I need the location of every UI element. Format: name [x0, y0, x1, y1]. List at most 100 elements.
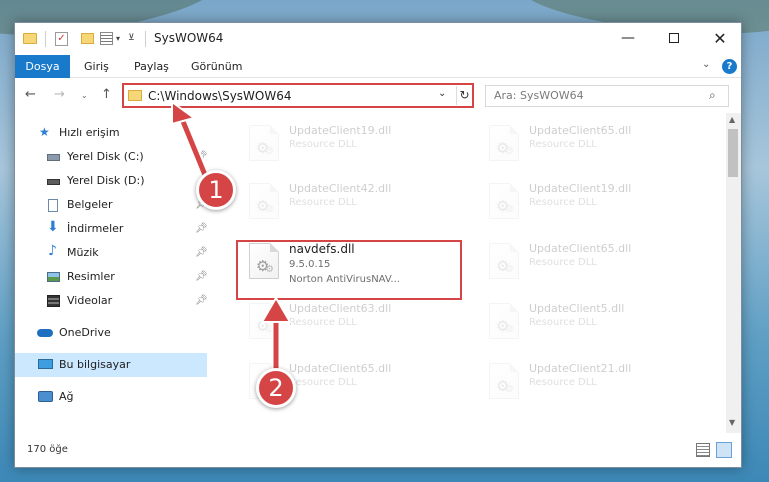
pin-icon[interactable]: 📌︎ — [195, 145, 208, 169]
sidebar-item-network[interactable]: Ağ — [15, 385, 207, 409]
list-item[interactable]: ⚙ ⚙ UpdateClient63.dll Resource DLL — [241, 299, 466, 355]
sidebar-item-label: Hızlı erişim — [59, 126, 120, 139]
gear-icon: ⚙ — [505, 204, 514, 215]
list-item[interactable]: ⚙ ⚙ UpdateClient19.dll Resource DLL — [241, 121, 466, 177]
dll-file-icon: ⚙⚙ — [489, 303, 519, 339]
download-arrow-icon: ⬇ — [47, 219, 59, 235]
separator — [145, 31, 146, 47]
forward-arrow-icon[interactable]: → — [54, 87, 65, 102]
tiles-view-icon[interactable] — [716, 442, 732, 458]
up-arrow-icon[interactable]: ↑ — [101, 87, 112, 102]
computer-icon — [38, 359, 53, 369]
file-name: UpdateClient21.dll — [529, 362, 632, 375]
folder-icon — [128, 90, 142, 101]
file-name: UpdateClient19.dll — [529, 182, 632, 195]
file-name: UpdateClient65.dll — [529, 242, 632, 255]
ribbon: Dosya Giriş Paylaş Görünüm ⌄ ? — [15, 55, 741, 78]
scroll-down-icon[interactable]: ▼ — [729, 418, 735, 427]
pin-icon[interactable]: 📌︎ — [195, 217, 208, 241]
music-note-icon: ♪ — [48, 243, 57, 259]
sidebar-item-pictures[interactable]: Resimler 📌︎ — [15, 265, 208, 289]
dll-file-icon: ⚙⚙ — [249, 125, 279, 161]
tab-file[interactable]: Dosya — [15, 55, 70, 78]
file-name: UpdateClient63.dll — [289, 302, 392, 315]
list-item[interactable]: ⚙⚙ UpdateClient65.dll Resource DLL — [481, 239, 706, 295]
list-item[interactable]: ⚙ ⚙ UpdateClient42.dll Resource DLL — [241, 179, 466, 235]
gear-icon: ⚙ — [265, 324, 274, 335]
gear-icon: ⚙ — [505, 264, 514, 275]
list-item[interactable]: ⚙⚙ UpdateClient65.dll Resource DLL — [481, 121, 706, 177]
rename-icon[interactable] — [100, 32, 113, 45]
pin-icon[interactable]: 📌︎ — [195, 289, 208, 313]
back-arrow-icon[interactable]: ← — [25, 87, 36, 102]
properties-check-icon[interactable]: ✓ — [55, 32, 68, 46]
chevron-down-icon[interactable]: ⌄ — [702, 59, 710, 70]
step-1-badge: 1 — [196, 170, 236, 210]
chevron-down-icon[interactable]: ⌄ — [438, 88, 446, 99]
search-icon[interactable]: ⌕ — [709, 88, 716, 103]
address-path[interactable]: C:\Windows\SysWOW64 — [148, 89, 292, 103]
sidebar-item-this-pc[interactable]: Bu bilgisayar — [15, 353, 207, 377]
file-type: Resource DLL — [289, 139, 357, 150]
tab-view[interactable]: Görünüm — [191, 55, 242, 78]
customize-toolbar-icon[interactable]: ⊻ — [128, 33, 135, 47]
sidebar-item-videos[interactable]: Videolar 📌︎ — [15, 289, 208, 313]
file-type: Resource DLL — [289, 197, 357, 208]
file-type: Resource DLL — [529, 197, 597, 208]
dll-file-icon: ⚙⚙ — [249, 183, 279, 219]
list-item[interactable]: ⚙ ⚙ UpdateClient5.dll Resource DLL — [481, 299, 706, 355]
scrollbar-thumb[interactable] — [728, 129, 738, 177]
search-input[interactable]: Ara: SysWOW64 — [494, 89, 584, 102]
dll-file-icon: ⚙⚙ — [489, 243, 519, 279]
recent-locations-icon[interactable]: ⌄ — [81, 91, 88, 100]
gear-icon: ⚙ — [265, 146, 274, 157]
file-name: UpdateClient42.dll — [289, 182, 392, 195]
star-icon: ★ — [39, 125, 50, 139]
file-name: UpdateClient65.dll — [289, 362, 392, 375]
pin-icon[interactable]: 📌︎ — [195, 241, 208, 265]
list-item[interactable]: ⚙ ⚙ UpdateClient21.dll Resource DLL — [481, 359, 706, 415]
sidebar-item-label: Yerel Disk (C:) — [67, 150, 144, 163]
details-view-icon[interactable] — [696, 443, 710, 457]
file-name: UpdateClient5.dll — [529, 302, 625, 315]
dll-file-icon: ⚙⚙ — [489, 363, 519, 399]
document-icon — [48, 199, 58, 212]
maximize-button[interactable] — [651, 23, 697, 54]
cloud-icon — [37, 329, 53, 337]
dll-file-icon: ⚙⚙ — [489, 125, 519, 161]
picture-icon — [47, 272, 60, 282]
vertical-scrollbar[interactable]: ▲ ▼ — [726, 113, 741, 433]
minimize-button[interactable]: — — [605, 23, 651, 54]
gear-icon: ⚙ — [505, 384, 514, 395]
search-box[interactable]: Ara: SysWOW64 ⌕ — [485, 85, 729, 107]
scroll-up-icon[interactable]: ▲ — [729, 115, 735, 124]
sidebar-item-local-disk-d[interactable]: Yerel Disk (D:) — [15, 169, 207, 193]
title-bar: ✓ ▾ ⊻ SysWOW64 — ✕ — [15, 23, 741, 55]
file-name: UpdateClient19.dll — [289, 124, 392, 137]
new-folder-icon[interactable] — [81, 33, 94, 44]
sidebar-item-downloads[interactable]: ⬇ İndirmeler 📌︎ — [15, 217, 208, 241]
file-type: Resource DLL — [289, 317, 357, 328]
pin-icon[interactable]: 📌︎ — [195, 265, 208, 289]
sidebar-item-quick-access[interactable]: ★ Hızlı erişim — [15, 121, 207, 145]
chevron-down-icon[interactable]: ▾ — [116, 34, 120, 48]
separator — [45, 31, 46, 47]
film-icon — [47, 295, 60, 307]
help-icon[interactable]: ? — [722, 59, 737, 74]
sidebar-item-music[interactable]: ♪ Müzik 📌︎ — [15, 241, 208, 265]
close-button[interactable]: ✕ — [697, 23, 741, 54]
file-type: Resource DLL — [529, 317, 597, 328]
sidebar-item-onedrive[interactable]: OneDrive — [15, 321, 207, 345]
list-item[interactable]: ⚙ ⚙ UpdateClient19.dll Resource DLL — [481, 179, 706, 235]
address-bar[interactable]: C:\Windows\SysWOW64 ⌄ ↻ — [122, 83, 474, 108]
file-type: Resource DLL — [529, 377, 597, 388]
tab-share[interactable]: Paylaş — [134, 55, 169, 78]
sidebar-item-label: İndirmeler — [67, 222, 124, 235]
file-name: UpdateClient65.dll — [529, 124, 632, 137]
folder-icon — [23, 33, 37, 44]
sidebar-item-documents[interactable]: Belgeler 📌︎ — [15, 193, 208, 217]
sidebar-item-local-disk-c[interactable]: Yerel Disk (C:) 📌︎ — [15, 145, 208, 169]
file-type: Resource DLL — [529, 257, 597, 268]
refresh-icon[interactable]: ↻ — [456, 86, 472, 105]
tab-home[interactable]: Giriş — [84, 55, 109, 78]
